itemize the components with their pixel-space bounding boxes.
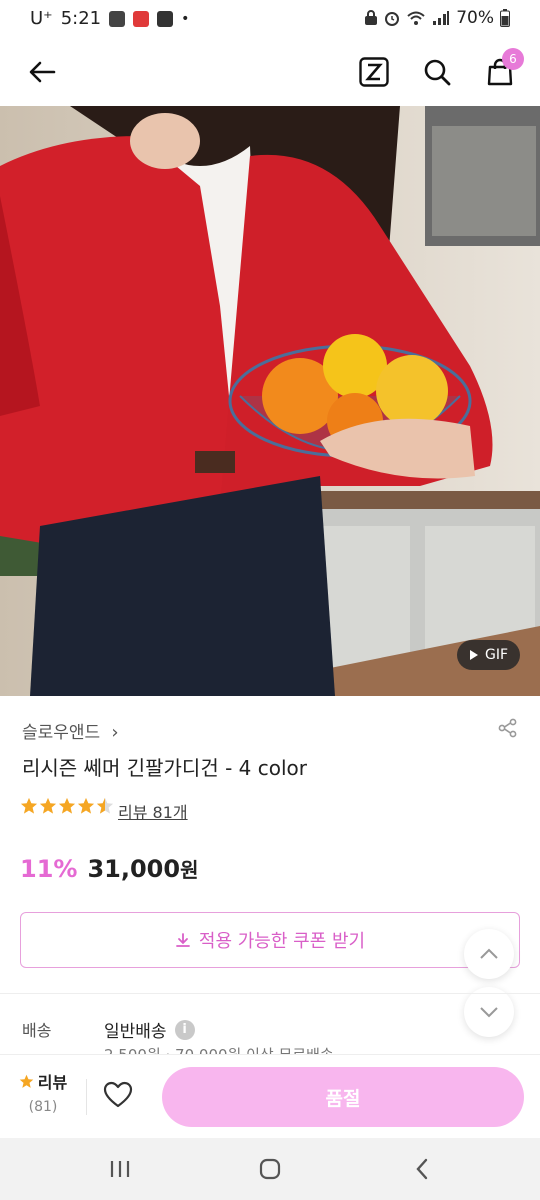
- half-star-icon: [96, 797, 114, 814]
- system-navigation-bar: [0, 1138, 540, 1200]
- brand-name: 슬로우앤드: [22, 723, 101, 743]
- gif-label: GIF: [484, 647, 508, 663]
- status-left: U⁺ 5:21 •: [30, 8, 189, 29]
- zigzag-button[interactable]: [354, 52, 394, 92]
- review-summary-title: 리뷰: [0, 1069, 86, 1093]
- z-badge-icon: [359, 57, 389, 87]
- gif-badge[interactable]: GIF: [456, 640, 520, 670]
- wishlist-button[interactable]: [103, 1081, 133, 1113]
- clock: 5:21: [60, 8, 102, 29]
- price-row: 11% 31,000원: [20, 854, 198, 883]
- carrier-label: U⁺: [30, 8, 53, 29]
- product-photo: [0, 106, 540, 696]
- rating-stars: [20, 797, 114, 815]
- product-title: 리시즌 쎄머 긴팔가디건 - 4 color: [22, 756, 307, 780]
- shipping-type-text: 일반배송: [104, 1022, 167, 1042]
- coupon-label: 적용 가능한 쿠폰 받기: [198, 931, 366, 952]
- lock-icon: [365, 10, 378, 25]
- star-icon: [58, 797, 76, 814]
- gallery-notification-icon: [109, 10, 126, 27]
- home-icon: [259, 1158, 281, 1180]
- back-button[interactable]: [22, 52, 62, 92]
- review-summary-count: (81): [28, 1099, 58, 1115]
- battery-percent: 70%: [456, 8, 494, 28]
- flash-app-notification-icon: [133, 10, 150, 27]
- download-icon: [175, 933, 190, 947]
- coupon-download-button[interactable]: 적용 가능한 쿠폰 받기: [20, 912, 520, 968]
- star-icon: [77, 797, 95, 814]
- signal-icon: [433, 11, 450, 25]
- status-bar: U⁺ 5:21 • 70%: [0, 0, 540, 38]
- more-notifications-dot-icon: •: [181, 10, 190, 27]
- chevron-up-icon: [480, 948, 498, 959]
- section-divider: [0, 993, 540, 994]
- top-navigation: 6: [0, 38, 540, 106]
- arrow-left-icon: [29, 61, 56, 83]
- wifi-icon: [407, 11, 425, 25]
- naver-notification-icon: [157, 10, 174, 27]
- shipping-label: 배송: [22, 1021, 52, 1040]
- recent-apps-button[interactable]: [100, 1152, 140, 1186]
- product-image[interactable]: GIF: [0, 106, 540, 696]
- chevron-right-icon: ›: [105, 722, 119, 743]
- cart-button[interactable]: 6: [480, 48, 524, 92]
- home-button[interactable]: [250, 1152, 290, 1186]
- vertical-divider: [86, 1079, 87, 1115]
- scroll-up-button[interactable]: [464, 929, 514, 979]
- review-count-link[interactable]: 리뷰 81개: [118, 799, 188, 823]
- sale-price: 31,000: [87, 855, 181, 883]
- star-icon: [20, 797, 38, 814]
- scroll-down-button[interactable]: [464, 987, 514, 1037]
- recent-apps-icon: [110, 1161, 130, 1177]
- system-back-button[interactable]: [402, 1152, 442, 1186]
- alarm-icon: [385, 12, 400, 26]
- brand-link[interactable]: 슬로우앤드 ›: [22, 718, 119, 743]
- review-summary-button[interactable]: 리뷰 (81): [0, 1069, 86, 1125]
- review-summary-label: 리뷰: [37, 1073, 68, 1092]
- cart-count-badge: 6: [502, 48, 524, 70]
- currency-unit: 원: [180, 858, 199, 882]
- chevron-left-icon: [416, 1158, 428, 1180]
- star-icon: [39, 797, 57, 814]
- share-icon: [498, 718, 517, 738]
- sold-out-button[interactable]: 품절: [162, 1067, 524, 1127]
- chevron-down-icon: [480, 1007, 498, 1018]
- search-icon: [424, 59, 451, 86]
- heart-icon: [103, 1081, 133, 1108]
- battery-icon: [500, 9, 510, 27]
- status-right: 70%: [364, 8, 510, 28]
- bottom-action-bar: 리뷰 (81) 품절: [0, 1054, 540, 1138]
- price-group: 31,000원: [87, 854, 198, 883]
- share-button[interactable]: [498, 718, 518, 742]
- info-icon[interactable]: i: [174, 1019, 195, 1040]
- search-button[interactable]: [417, 52, 457, 92]
- discount-rate: 11%: [20, 855, 78, 883]
- shipping-type: 일반배송 i: [104, 1017, 195, 1042]
- star-icon: [19, 1074, 34, 1088]
- play-icon: [469, 650, 478, 660]
